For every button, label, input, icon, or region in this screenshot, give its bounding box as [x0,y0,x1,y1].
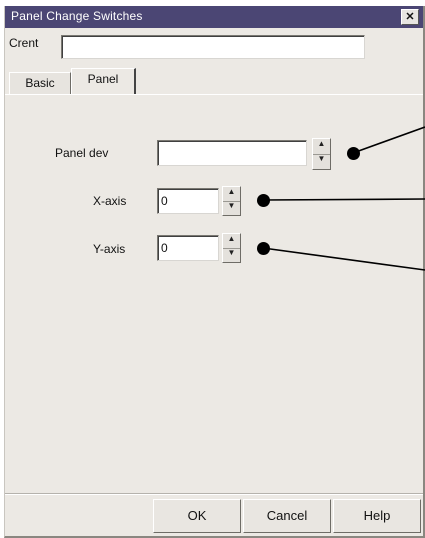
spin-down-icon[interactable]: ▼ [223,201,240,215]
spin-up-icon[interactable]: ▲ [223,234,240,249]
spin-up-icon[interactable]: ▲ [313,139,330,155]
x-axis-field[interactable] [157,188,219,214]
callout-dot-panel-dev [347,147,360,160]
y-axis-input[interactable] [158,236,218,260]
crnt-input[interactable] [62,36,364,58]
ok-button[interactable]: OK [153,499,241,533]
cancel-button[interactable]: Cancel [243,499,331,533]
crnt-label: Crent [9,36,39,50]
y-axis-label: Y-axis [93,242,126,256]
window-title: Panel Change Switches [11,9,143,23]
button-bar-separator [5,493,423,495]
spin-up-icon[interactable]: ▲ [223,187,240,202]
panel-dev-spinner[interactable]: ▲ ▼ [312,138,331,170]
x-axis-label: X-axis [93,194,127,208]
panel-dev-input[interactable] [158,141,306,165]
dialog-window: Panel Change Switches ✕ Crent Basic Pane… [4,6,425,538]
y-axis-spinner[interactable]: ▲ ▼ [222,233,241,263]
help-button[interactable]: Help [333,499,421,533]
panel-dev-label: Panel dev [55,146,109,160]
close-icon[interactable]: ✕ [401,9,419,25]
x-axis-spinner[interactable]: ▲ ▼ [222,186,241,216]
y-axis-field[interactable] [157,235,219,261]
panel-dev-field[interactable] [157,140,307,166]
callout-dot-x-axis [257,194,270,207]
spin-down-icon[interactable]: ▼ [313,154,330,169]
tab-divider [5,94,423,95]
spin-down-icon[interactable]: ▼ [223,248,240,262]
crnt-field[interactable] [61,35,365,59]
x-axis-input[interactable] [158,189,218,213]
callout-dot-y-axis [257,242,270,255]
tab-basic[interactable]: Basic [9,72,71,94]
tab-panel[interactable]: Panel [71,68,136,94]
tab-strip: Basic Panel [5,68,423,94]
title-bar[interactable]: Panel Change Switches ✕ [5,6,423,28]
